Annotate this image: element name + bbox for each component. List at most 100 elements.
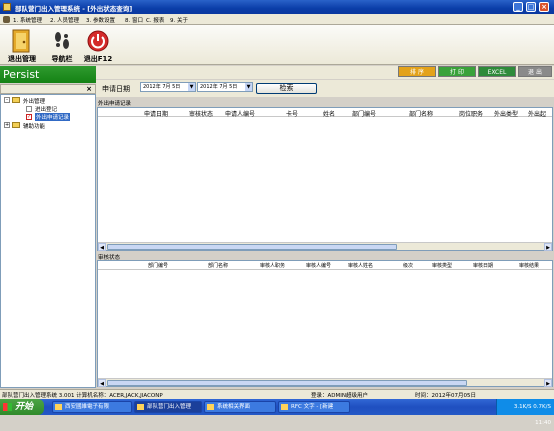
menu-personnel[interactable]: 2. 人员管理 <box>50 16 79 24</box>
menu-parameters[interactable]: 3. 参数设置 <box>86 16 115 24</box>
sort-button[interactable]: 排 序 <box>398 66 436 77</box>
date-from-picker[interactable]: 2012年 7月 5日 ▼ <box>140 82 196 92</box>
col-applicant-id[interactable]: 申请人编号 <box>225 109 255 118</box>
col-name[interactable]: 姓名 <box>323 109 335 118</box>
app-icon <box>55 404 62 410</box>
date-to-picker[interactable]: 2012年 7月 5日 ▼ <box>197 82 253 92</box>
door-icon <box>12 29 30 53</box>
scroll-thumb[interactable] <box>107 244 397 250</box>
taskbar-item-3-label: 系统相关界面 <box>217 404 251 410</box>
taskbar-item-4[interactable]: RFC 文字 - [新建 <box>278 401 350 413</box>
chevron-down-icon[interactable]: ▼ <box>188 83 195 91</box>
scroll-right-icon[interactable]: ▶ <box>544 243 552 251</box>
lower-horizontal-scrollbar[interactable]: ◀ ▶ <box>98 378 552 387</box>
date-label: 申请日期 <box>102 85 130 93</box>
close-button[interactable]: × <box>539 2 549 12</box>
col-review-type[interactable]: 审核类型 <box>432 262 452 269</box>
taskbar-item-1[interactable]: 西安國維電子有限 <box>52 401 132 413</box>
col-outing-type[interactable]: 外出类型 <box>494 109 518 118</box>
status-app-info: 部队营门出入管理系统 3.001 计算机名称：ACER,JACK,JIACONP <box>2 393 163 399</box>
navigation-bar-label: 导航栏 <box>51 55 73 63</box>
scroll-right-icon[interactable]: ▶ <box>544 379 552 387</box>
col-reviewer-post[interactable]: 审核人职务 <box>260 262 285 269</box>
menu-about[interactable]: 9. 关于 <box>170 16 188 24</box>
taskbar-item-4-label: RFC 文字 - [新建 <box>291 404 334 410</box>
checked-page-icon: ✓ <box>26 114 32 120</box>
col-dept-name[interactable]: 部门名称 <box>208 262 228 269</box>
excel-button[interactable]: EXCEL <box>478 66 516 77</box>
col-level[interactable]: 级次 <box>403 262 413 269</box>
taskbar-item-3[interactable]: 系统相关界面 <box>204 401 276 413</box>
tray-status: 3.1K/S 0.7K/S 11:40 <box>513 404 551 426</box>
print-label: 打 印 <box>450 69 464 76</box>
col-review-date[interactable]: 审核日期 <box>473 262 493 269</box>
review-status-grid: 部门编号 部门名称 审核人职务 审核人编号 审核人姓名 级次 审核类型 审核日期… <box>97 260 553 387</box>
upper-horizontal-scrollbar[interactable]: ◀ ▶ <box>98 242 552 251</box>
tree-item-outing-requests[interactable]: 外出申请记录 <box>35 113 71 121</box>
footprints-icon <box>55 32 69 49</box>
action-toolbar: 排 序 打 印 EXCEL 退 出 <box>96 66 554 79</box>
exit-management-button[interactable]: 退出管理 <box>2 27 42 63</box>
page-icon <box>26 106 32 112</box>
start-label: 开始 <box>15 402 34 412</box>
col-apply-date[interactable]: 申请日期 <box>144 109 168 118</box>
maximize-button[interactable]: □ <box>526 2 536 12</box>
col-dept-id[interactable]: 部门编号 <box>352 109 376 118</box>
minimize-button[interactable]: _ <box>513 2 523 12</box>
col-reviewer-id[interactable]: 审核人编号 <box>306 262 331 269</box>
start-button[interactable]: 开始 <box>0 399 44 415</box>
col-review-status[interactable]: 审核状态 <box>189 109 213 118</box>
col-post[interactable]: 岗位职务 <box>459 109 483 118</box>
quit-label: 退出F12 <box>83 55 113 63</box>
exit-management-label: 退出管理 <box>8 55 36 63</box>
tree-group-outing[interactable]: 外出管理 <box>23 97 45 105</box>
status-bar: 部队营门出入管理系统 3.001 计算机名称：ACER,JACK,JIACONP… <box>0 389 554 399</box>
sidebar-brand: Persist <box>0 66 96 83</box>
col-dept-name[interactable]: 部门名称 <box>409 109 433 118</box>
taskbar-item-1-label: 西安國維電子有限 <box>65 404 110 410</box>
person-icon <box>3 16 10 23</box>
menu-window[interactable]: 8. 窗口 <box>125 16 143 24</box>
navigation-bar-button[interactable]: 导航栏 <box>42 27 82 63</box>
chevron-down-icon[interactable]: ▼ <box>245 83 252 91</box>
power-icon <box>87 30 109 52</box>
date-to-value: 2012年 7月 5日 <box>200 84 238 90</box>
collapse-icon[interactable]: - <box>4 97 10 103</box>
main-toolbar: 退出管理 导航栏 退出F12 <box>0 25 554 65</box>
menu-system[interactable]: 1. 系统管理 <box>13 16 42 24</box>
col-review-result[interactable]: 审核结果 <box>519 262 539 269</box>
print-button[interactable]: 打 印 <box>438 66 476 77</box>
review-grid-header: 部门编号 部门名称 审核人职务 审核人编号 审核人姓名 级次 审核类型 审核日期… <box>98 261 552 270</box>
folder-icon <box>12 122 20 128</box>
col-outing-start[interactable]: 外出起 <box>528 109 546 118</box>
taskbar-item-2-label: 部队营门出入管理 <box>147 404 192 410</box>
exit-button[interactable]: 退 出 <box>518 66 552 77</box>
scroll-left-icon[interactable]: ◀ <box>98 243 106 251</box>
scroll-thumb[interactable] <box>107 380 467 386</box>
scroll-left-icon[interactable]: ◀ <box>98 379 106 387</box>
col-dept-id[interactable]: 部门编号 <box>148 262 168 269</box>
title-bar: 部队营门出入管理系统 - [外出状态查询] _ □ × <box>0 0 554 14</box>
tree-group-auxiliary[interactable]: 辅助功能 <box>23 122 45 130</box>
col-card-no[interactable]: 卡号 <box>286 109 298 118</box>
exit-label: 退 出 <box>528 69 542 76</box>
quit-button[interactable]: 退出F12 <box>78 27 118 63</box>
menu-bar: 1. 系统管理 2. 人员管理 3. 参数设置 8. 窗口 C. 报表 9. 关… <box>0 14 554 25</box>
col-reviewer-name[interactable]: 审核人姓名 <box>348 262 373 269</box>
sort-label: 排 序 <box>410 69 424 76</box>
sidebar-close-button[interactable]: × <box>86 85 92 93</box>
menu-report[interactable]: C. 报表 <box>146 16 164 24</box>
windows-logo-icon <box>3 403 12 411</box>
sidebar-tree: - 外出管理 进出登记 ✓ 外出申请记录 + 辅助功能 <box>0 94 96 388</box>
window-title: 部队营门出入管理系统 - [外出状态查询] <box>15 5 133 13</box>
system-tray: 3.1K/S 0.7K/S 11:40 <box>496 399 554 426</box>
search-bar: 申请日期 2012年 7月 5日 ▼ 2012年 7月 5日 ▼ 检索 <box>96 80 554 97</box>
search-button[interactable]: 检索 <box>256 83 317 94</box>
sidebar-header: × <box>0 84 96 94</box>
status-time: 时间：2012年07月05日 <box>415 393 476 399</box>
expand-icon[interactable]: + <box>4 122 10 128</box>
taskbar-item-2[interactable]: 部队营门出入管理 <box>134 401 202 413</box>
tree-item-entry-registration[interactable]: 进出登记 <box>35 105 57 113</box>
app-icon <box>3 3 11 11</box>
upper-grid-title: 外出申请记录 <box>98 101 132 107</box>
